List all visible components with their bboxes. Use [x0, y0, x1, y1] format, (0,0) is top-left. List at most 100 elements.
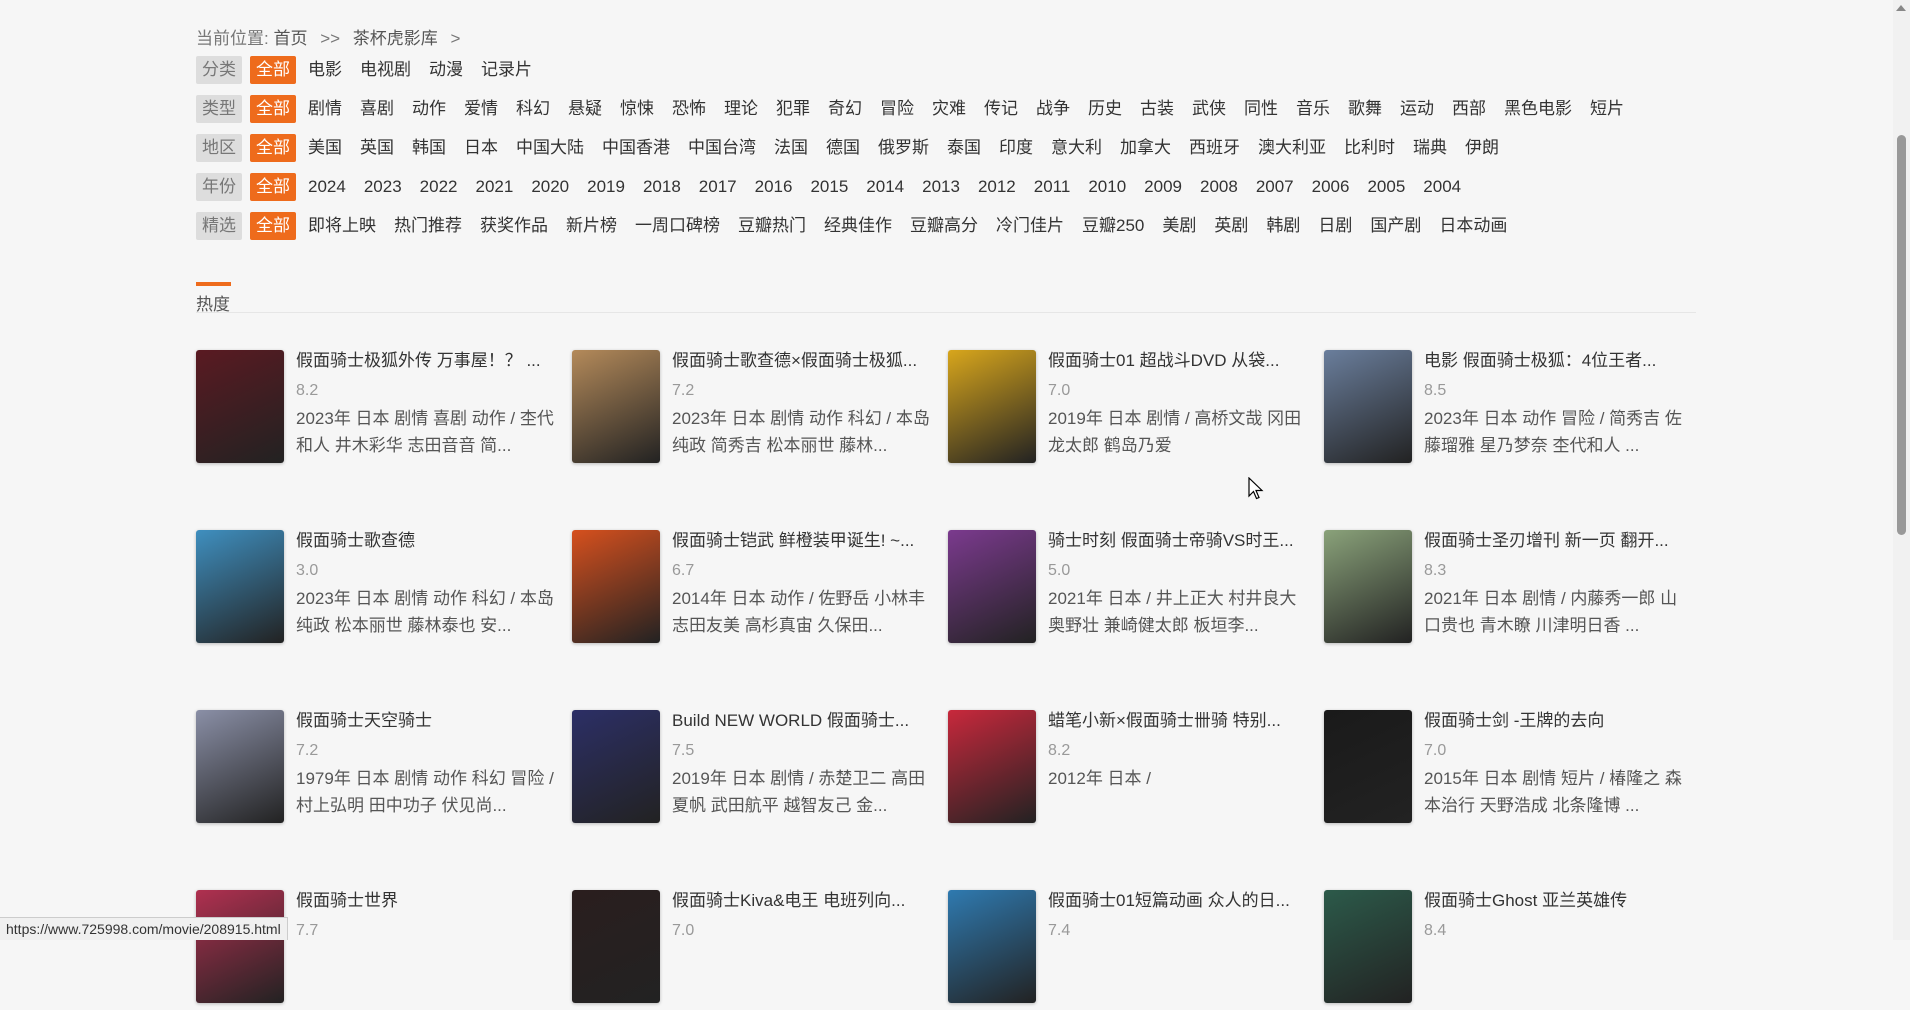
- movie-title[interactable]: 假面骑士极狐外传 万事屋！？ ...: [296, 350, 556, 372]
- movie-poster[interactable]: [196, 530, 284, 643]
- movie-poster[interactable]: [1324, 530, 1412, 643]
- movie-poster[interactable]: [196, 890, 284, 1003]
- filter-option[interactable]: 日本: [458, 134, 504, 162]
- scrollbar-thumb[interactable]: [1897, 135, 1906, 535]
- filter-option[interactable]: 2024: [302, 173, 352, 201]
- filter-option[interactable]: 音乐: [1290, 95, 1336, 123]
- filter-option[interactable]: 犯罪: [770, 95, 816, 123]
- filter-option[interactable]: 记录片: [475, 56, 538, 84]
- movie-card[interactable]: 假面骑士剑 -王牌的去向 7.0 2015年 日本 剧情 短片 / 椿隆之 森本治行…: [1324, 710, 1684, 830]
- filter-option[interactable]: 2018: [637, 173, 687, 201]
- movie-poster[interactable]: [948, 890, 1036, 1003]
- movie-poster[interactable]: [572, 710, 660, 823]
- filter-option[interactable]: 2023: [358, 173, 408, 201]
- movie-card[interactable]: 骑士时刻 假面骑士帝骑VS时王... 5.0 2021年 日本 / 井上正大 村井良…: [948, 530, 1308, 650]
- filter-option[interactable]: 冷门佳片: [990, 212, 1070, 240]
- filter-option[interactable]: 短片: [1584, 95, 1630, 123]
- filter-option[interactable]: 喜剧: [354, 95, 400, 123]
- movie-card[interactable]: 假面骑士铠武 鲜橙装甲诞生! ~... 6.7 2014年 日本 动作 / 佐野岳 …: [572, 530, 932, 650]
- filter-option[interactable]: 动作: [406, 95, 452, 123]
- movie-card[interactable]: 假面骑士圣刃增刊 新一页 翻开... 8.3 2021年 日本 剧情 / 内藤秀一郎…: [1324, 530, 1684, 650]
- movie-poster[interactable]: [572, 350, 660, 463]
- filter-option[interactable]: 2019: [581, 173, 631, 201]
- movie-title[interactable]: 蜡笔小新×假面骑士卌骑 特别...: [1048, 710, 1308, 732]
- movie-poster[interactable]: [948, 710, 1036, 823]
- filter-option[interactable]: 战争: [1030, 95, 1076, 123]
- filter-option[interactable]: 2010: [1082, 173, 1132, 201]
- filter-option[interactable]: 获奖作品: [474, 212, 554, 240]
- movie-title[interactable]: 假面骑士剑 -王牌的去向: [1424, 710, 1684, 732]
- movie-card[interactable]: 假面骑士歌查德×假面骑士极狐... 7.2 2023年 日本 剧情 动作 科幻 / …: [572, 350, 932, 470]
- filter-option[interactable]: 比利时: [1338, 134, 1401, 162]
- movie-card[interactable]: 假面骑士Ghost 亚兰英雄传 8.4: [1324, 890, 1684, 1010]
- filter-option[interactable]: 2013: [916, 173, 966, 201]
- filter-option[interactable]: 中国香港: [596, 134, 676, 162]
- filter-option[interactable]: 2017: [693, 173, 743, 201]
- movie-card[interactable]: 假面骑士世界 7.7: [196, 890, 556, 1010]
- filter-option[interactable]: 俄罗斯: [872, 134, 935, 162]
- filter-option[interactable]: 传记: [978, 95, 1024, 123]
- filter-option[interactable]: 西部: [1446, 95, 1492, 123]
- filter-option[interactable]: 伊朗: [1459, 134, 1505, 162]
- filter-option[interactable]: 中国台湾: [682, 134, 762, 162]
- movie-card[interactable]: 假面骑士01 超战斗DVD 从袋... 7.0 2019年 日本 剧情 / 高桥文哉…: [948, 350, 1308, 470]
- movie-poster[interactable]: [1324, 890, 1412, 1003]
- filter-option[interactable]: 一周口碑榜: [629, 212, 726, 240]
- movie-card[interactable]: 假面骑士歌查德 3.0 2023年 日本 剧情 动作 科幻 / 本岛纯政 松本丽世 …: [196, 530, 556, 650]
- filter-option[interactable]: 动漫: [423, 56, 469, 84]
- filter-option-all[interactable]: 全部: [250, 212, 296, 240]
- filter-option[interactable]: 电影: [302, 56, 348, 84]
- movie-title[interactable]: 假面骑士Ghost 亚兰英雄传: [1424, 890, 1684, 912]
- filter-option[interactable]: 2004: [1417, 173, 1467, 201]
- filter-option[interactable]: 2016: [749, 173, 799, 201]
- movie-title[interactable]: 假面骑士Kiva&电王 电班列向...: [672, 890, 932, 912]
- filter-option[interactable]: 爱情: [458, 95, 504, 123]
- breadcrumb-current-link[interactable]: 茶杯虎影库: [353, 29, 438, 48]
- filter-option[interactable]: 法国: [768, 134, 814, 162]
- filter-option[interactable]: 奇幻: [822, 95, 868, 123]
- filter-option[interactable]: 2020: [525, 173, 575, 201]
- filter-option[interactable]: 美国: [302, 134, 348, 162]
- movie-title[interactable]: 骑士时刻 假面骑士帝骑VS时王...: [1048, 530, 1308, 552]
- filter-option[interactable]: 2012: [972, 173, 1022, 201]
- filter-option[interactable]: 日本动画: [1433, 212, 1513, 240]
- filter-option-all[interactable]: 全部: [250, 95, 296, 123]
- movie-poster[interactable]: [196, 350, 284, 463]
- filter-option[interactable]: 2022: [414, 173, 464, 201]
- filter-option[interactable]: 歌舞: [1342, 95, 1388, 123]
- filter-option[interactable]: 冒险: [874, 95, 920, 123]
- sort-tab-hot[interactable]: 热度: [196, 282, 231, 319]
- movie-card[interactable]: 电影 假面骑士极狐：4位王者... 8.5 2023年 日本 动作 冒险 / 简秀吉…: [1324, 350, 1684, 470]
- filter-option[interactable]: 英国: [354, 134, 400, 162]
- filter-option[interactable]: 豆瓣高分: [904, 212, 984, 240]
- filter-option[interactable]: 国产剧: [1364, 212, 1427, 240]
- movie-card[interactable]: 假面骑士Kiva&电王 电班列向... 7.0: [572, 890, 932, 1010]
- scroll-up-arrow-icon[interactable]: [1896, 5, 1906, 11]
- filter-option-all[interactable]: 全部: [250, 173, 296, 201]
- movie-title[interactable]: 假面骑士圣刃增刊 新一页 翻开...: [1424, 530, 1684, 552]
- filter-option[interactable]: 中国大陆: [510, 134, 590, 162]
- filter-option-all[interactable]: 全部: [250, 56, 296, 84]
- movie-card[interactable]: 假面骑士01短篇动画 众人的日... 7.4: [948, 890, 1308, 1010]
- movie-card[interactable]: 蜡笔小新×假面骑士卌骑 特别... 8.2 2012年 日本 /: [948, 710, 1308, 830]
- filter-option[interactable]: 武侠: [1186, 95, 1232, 123]
- filter-option[interactable]: 2005: [1361, 173, 1411, 201]
- movie-poster[interactable]: [572, 530, 660, 643]
- filter-option[interactable]: 英剧: [1208, 212, 1254, 240]
- filter-option[interactable]: 历史: [1082, 95, 1128, 123]
- movie-poster[interactable]: [948, 350, 1036, 463]
- filter-option[interactable]: 理论: [718, 95, 764, 123]
- movie-card[interactable]: Build NEW WORLD 假面骑士... 7.5 2019年 日本 剧情 / …: [572, 710, 932, 830]
- filter-option[interactable]: 美剧: [1156, 212, 1202, 240]
- filter-option[interactable]: 泰国: [941, 134, 987, 162]
- movie-card[interactable]: 假面骑士极狐外传 万事屋！？ ... 8.2 2023年 日本 剧情 喜剧 动作 /…: [196, 350, 556, 470]
- movie-poster[interactable]: [1324, 710, 1412, 823]
- filter-option[interactable]: 2021: [469, 173, 519, 201]
- filter-option[interactable]: 惊悚: [614, 95, 660, 123]
- filter-option[interactable]: 2006: [1306, 173, 1356, 201]
- filter-option[interactable]: 灾难: [926, 95, 972, 123]
- filter-option[interactable]: 科幻: [510, 95, 556, 123]
- filter-option[interactable]: 古装: [1134, 95, 1180, 123]
- filter-option[interactable]: 2008: [1194, 173, 1244, 201]
- movie-title[interactable]: 假面骑士01 超战斗DVD 从袋...: [1048, 350, 1308, 372]
